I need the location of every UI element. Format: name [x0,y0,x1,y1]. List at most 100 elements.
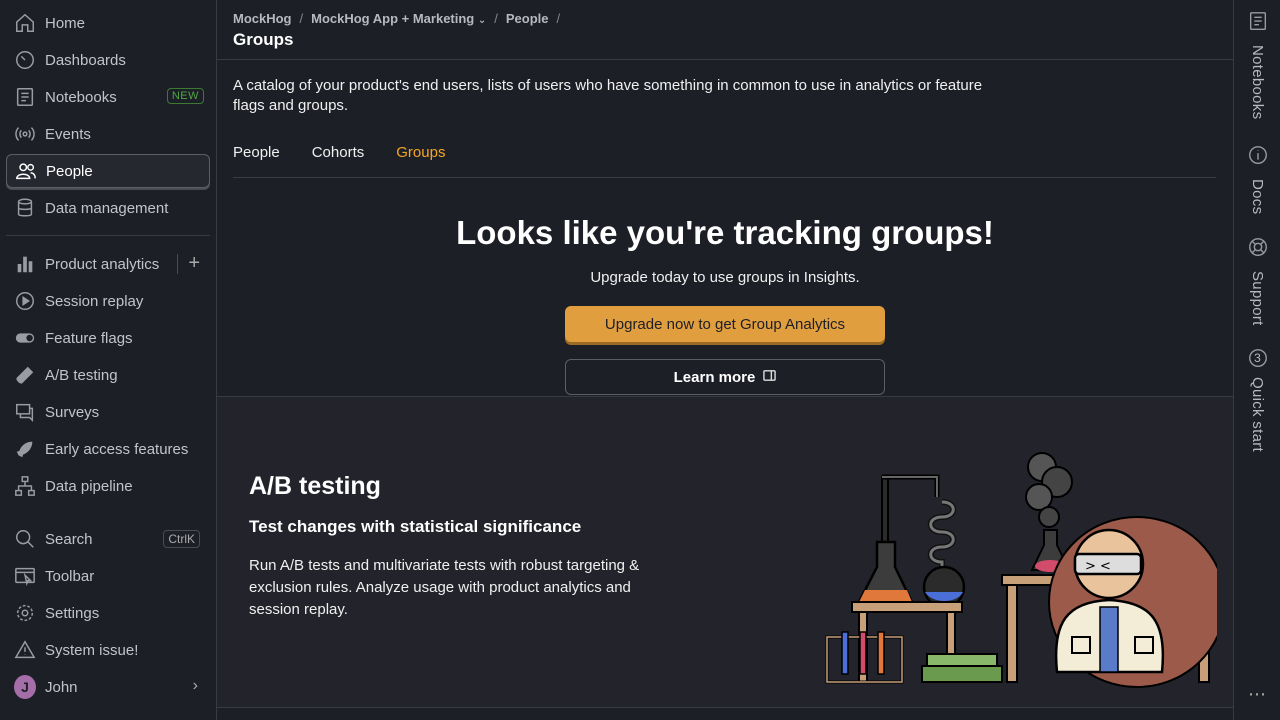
page-title: Groups [233,30,294,49]
database-icon [14,197,36,219]
test-tube-icon [14,364,36,386]
rail-quick-start[interactable]: 3 Quick start [1234,347,1280,452]
sidebar-item-search[interactable]: Search CtrlK [6,522,210,556]
avatar: J [14,675,36,699]
sidebar-item-label: Dashboards [45,51,126,69]
promo-subtitle: Upgrade today to use groups in Insights. [590,269,860,286]
sidebar-item-label: Notebooks [45,88,117,106]
sidebar-item-ab-testing[interactable]: A/B testing [6,358,210,392]
learn-more-button[interactable]: Learn more [565,359,885,395]
side-panel-rail: Notebooks Docs Support 3 Quick start ⋯ [1233,0,1280,720]
breadcrumb-separator: / [299,11,304,26]
sidebar-item-surveys[interactable]: Surveys [6,395,210,429]
promo-title: Looks like you're tracking groups! [456,214,994,251]
sidebar-item-label: Feature flags [45,329,133,347]
toolbar-cursor-icon [14,565,36,587]
sidebar-item-system-issue[interactable]: System issue! [6,633,210,667]
info-icon [1247,144,1269,171]
breadcrumb-item-project[interactable]: MockHog App + Marketing ⌄ [311,11,486,26]
sidebar-item-label: Events [45,125,91,143]
tabs-divider [233,177,1216,178]
sidebar-item-user[interactable]: J John › [6,670,210,704]
more-icon[interactable]: ⋯ [1248,684,1268,705]
panel-subtitle: Test changes with statistical significan… [249,517,582,536]
open-sidepanel-icon [763,369,777,386]
sidebar-item-session-replay[interactable]: Session replay [6,284,210,318]
sidebar-item-label: People [46,162,93,180]
sidebar-item-home[interactable]: Home [6,6,210,40]
sidebar-item-early-access[interactable]: Early access features [6,432,210,466]
chevron-right-icon: › [192,677,198,694]
keyboard-shortcut: CtrlK [163,530,200,548]
tab-people[interactable]: People [233,144,280,161]
main-content: MockHog / MockHog App + Marketing ⌄ / Pe… [217,0,1233,720]
rail-label: Quick start [1249,377,1266,452]
sidebar-item-events[interactable]: Events [6,117,210,151]
play-circle-icon [14,290,36,312]
sidebar-item-product-analytics[interactable]: Product analytics + [6,247,210,281]
rail-label: Docs [1249,179,1266,215]
upgrade-button[interactable]: Upgrade now to get Group Analytics [565,306,885,342]
progress-ring-icon: 3 [1247,347,1269,369]
search-icon [14,528,36,550]
sidebar-item-data-management[interactable]: Data management [6,191,210,225]
header-divider [217,59,1233,60]
home-icon [14,12,36,34]
sidebar-item-label: Toolbar [45,567,95,585]
app-root: Home Dashboards Notebooks NEW Events Peo… [0,0,1280,720]
rail-support[interactable]: Support [1234,236,1280,326]
rail-notebooks[interactable]: Notebooks [1234,10,1280,119]
learn-more-label: Learn more [673,368,756,386]
breadcrumb: MockHog / MockHog App + Marketing ⌄ / Pe… [233,11,560,26]
warning-triangle-icon [14,639,36,661]
sidebar-item-dashboards[interactable]: Dashboards [6,43,210,77]
sidebar-item-label: Data pipeline [45,477,133,495]
sidebar-item-notebooks[interactable]: Notebooks NEW [6,80,210,114]
people-icon [15,160,37,182]
product-intro-panel: A/B testing Test changes with statistica… [217,396,1233,708]
panel-description: Run A/B tests and multivariate tests wit… [249,557,640,618]
sidebar-item-label: John [45,678,78,696]
svg-text:> <: > < [1085,559,1111,574]
notebook-icon [1247,10,1269,37]
avatar-initial: J [14,675,36,699]
sidebar-item-label: System issue! [45,641,139,659]
gear-icon [14,602,36,624]
plus-icon[interactable]: + [188,252,200,275]
sidebar-item-label: A/B testing [45,366,118,384]
lifebuoy-icon [1247,236,1269,263]
separator [177,254,178,274]
sidebar-item-toolbar[interactable]: Toolbar [6,559,210,593]
hedgehog-scientist-illustration: > < [825,452,1217,688]
rail-label: Support [1249,271,1266,326]
breadcrumb-separator: / [494,11,498,26]
sidebar: Home Dashboards Notebooks NEW Events Peo… [0,0,217,720]
bar-chart-icon [14,253,36,275]
notebook-icon [14,86,36,108]
broadcast-icon [14,123,36,145]
sidebar-item-label: Search [45,530,93,548]
sidebar-item-data-pipeline[interactable]: Data pipeline [6,469,210,503]
pipeline-icon [14,475,36,497]
rail-label: Notebooks [1249,45,1266,120]
dashboard-gauge-icon [14,49,36,71]
rail-docs[interactable]: Docs [1234,144,1280,214]
sidebar-item-settings[interactable]: Settings [6,596,210,630]
sidebar-item-label: Product analytics [45,255,160,273]
sidebar-item-people[interactable]: People [6,154,210,188]
page-description: A catalog of your product's end users, l… [233,77,983,114]
tab-cohorts[interactable]: Cohorts [312,144,365,161]
breadcrumb-project-label: MockHog App + Marketing [311,11,475,26]
sidebar-item-label: Session replay [45,292,144,310]
sidebar-item-label: Early access features [45,440,189,458]
new-badge: NEW [166,88,204,104]
sidebar-item-label: Home [45,14,86,32]
sidebar-item-feature-flags[interactable]: Feature flags [6,321,210,355]
tab-groups[interactable]: Groups [396,144,445,161]
breadcrumb-separator: / [556,11,561,26]
sidebar-item-label: Data management [45,199,169,217]
breadcrumb-item-people[interactable]: People [506,11,549,26]
sidebar-divider [6,235,210,236]
breadcrumb-item-org[interactable]: MockHog [233,11,292,26]
